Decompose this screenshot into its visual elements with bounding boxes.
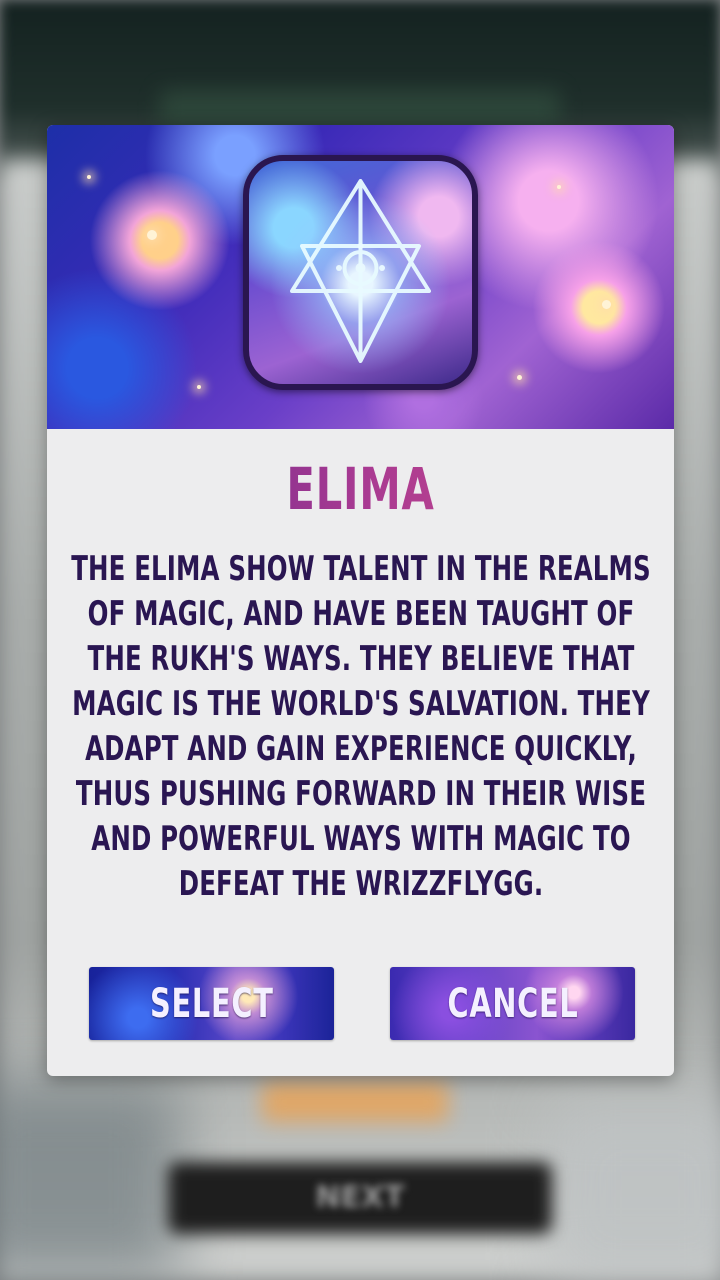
background-next-label: NEXT	[315, 1180, 405, 1215]
sparkle	[557, 185, 561, 189]
class-info-dialog: ELIMA THE ELIMA SHOW TALENT IN THE REALM…	[47, 125, 674, 1076]
sparkle	[197, 385, 201, 389]
dialog-title: ELIMA	[135, 455, 586, 523]
background-shape	[550, 1100, 720, 1280]
select-button[interactable]: SELECT	[89, 967, 334, 1040]
sparkle	[87, 175, 91, 179]
sparkle	[517, 375, 522, 380]
background-title-bar	[160, 90, 560, 130]
cancel-button-label: CANCEL	[446, 980, 579, 1027]
dialog-banner-image	[47, 125, 674, 429]
sparkle	[147, 230, 157, 240]
screen: NEXT ELIMA THE ELIMA SHOW TALENT IN THE …	[0, 0, 720, 1280]
background-shape	[0, 1080, 180, 1280]
elima-sigil-icon	[243, 155, 478, 390]
sparkle	[602, 300, 611, 309]
sigil-glyph	[290, 179, 431, 363]
dialog-description: THE ELIMA SHOW TALENT IN THE REALMS OF M…	[65, 547, 656, 907]
background-orange-element	[262, 1082, 448, 1122]
select-button-label: SELECT	[149, 980, 274, 1027]
cancel-button[interactable]: CANCEL	[390, 967, 635, 1040]
description-text: THE ELIMA SHOW TALENT IN THE REALMS OF M…	[70, 549, 651, 904]
